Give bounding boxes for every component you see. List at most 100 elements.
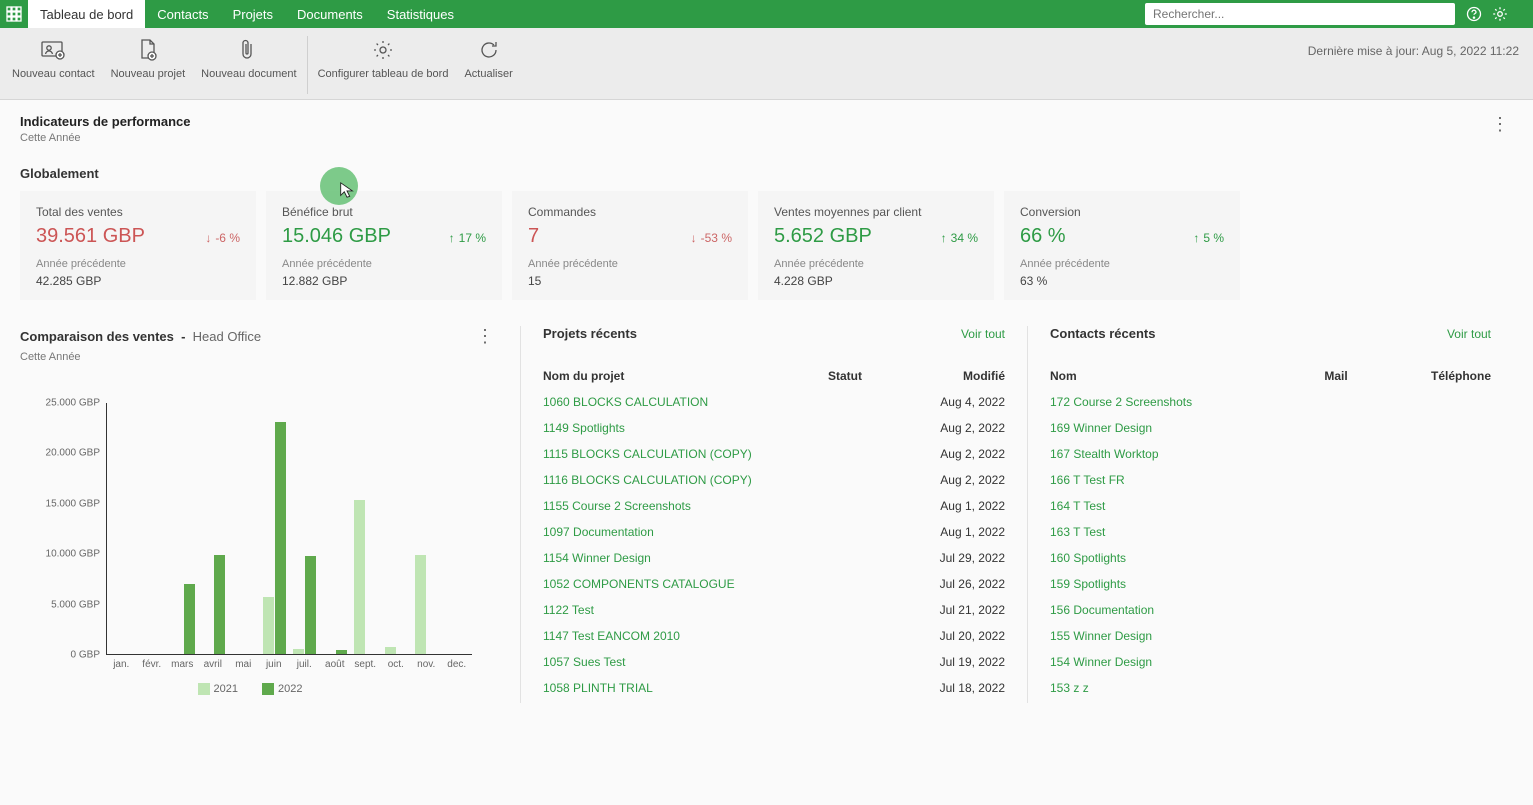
sales-title: Comparaison des ventes - Head Office — [20, 329, 261, 344]
project-link[interactable]: 1058 PLINTH TRIAL — [543, 681, 653, 695]
kpi-card[interactable]: Total des ventes39.561 GBP↓ -6 %Année pr… — [20, 191, 256, 300]
new-project-label: Nouveau projet — [111, 68, 186, 81]
chart-bar-2022 — [214, 555, 225, 654]
chart-bar-group — [229, 403, 259, 654]
contact-phone — [1381, 473, 1491, 487]
sales-chart: 0 GBP5.000 GBP10.000 GBP15.000 GBP20.000… — [20, 403, 480, 703]
projects-panel: Projets récents Voir tout Nom du projet … — [520, 326, 1028, 703]
kpi-card[interactable]: Bénéfice brut15.046 GBP↑ 17 %Année précé… — [266, 191, 502, 300]
help-icon[interactable] — [1461, 0, 1487, 28]
project-status — [795, 655, 895, 669]
project-link[interactable]: 1147 Test EANCOM 2010 — [543, 629, 680, 643]
chart-bar-group — [350, 403, 380, 654]
settings-icon[interactable] — [1487, 0, 1513, 28]
search-input[interactable] — [1145, 3, 1455, 25]
contact-link[interactable]: 169 Winner Design — [1050, 421, 1152, 435]
project-link[interactable]: 1149 Spotlights — [543, 421, 625, 435]
contact-row: 167 Stealth Worktop — [1050, 441, 1491, 467]
new-document-label: Nouveau document — [201, 68, 296, 81]
chart-ytick: 10.000 GBP — [20, 549, 100, 560]
project-status — [795, 629, 895, 643]
tab-statistics[interactable]: Statistiques — [375, 0, 466, 28]
tab-dashboard[interactable]: Tableau de bord — [28, 0, 145, 28]
contact-link[interactable]: 156 Documentation — [1050, 603, 1154, 617]
chart-bar-group — [442, 403, 472, 654]
tab-contacts[interactable]: Contacts — [145, 0, 220, 28]
project-link[interactable]: 1154 Winner Design — [543, 551, 651, 565]
chart-bar-2022 — [275, 422, 286, 654]
chart-ytick: 15.000 GBP — [20, 498, 100, 509]
sales-period: Cette Année — [20, 351, 498, 363]
kpi-menu-icon[interactable]: ⋮ — [1487, 114, 1513, 135]
kpi-card[interactable]: Commandes7↓ -53 %Année précédente15 — [512, 191, 748, 300]
contact-link[interactable]: 167 Stealth Worktop — [1050, 447, 1159, 461]
contact-link[interactable]: 154 Winner Design — [1050, 655, 1152, 669]
projects-view-all-link[interactable]: Voir tout — [961, 327, 1005, 341]
chart-legend: 20212022 — [20, 683, 480, 695]
contact-mail — [1291, 473, 1381, 487]
kpi-cards: Total des ventes39.561 GBP↓ -6 %Année pr… — [20, 191, 1513, 300]
project-status — [795, 551, 895, 565]
project-row: 1115 BLOCKS CALCULATION (COPY)Aug 2, 202… — [543, 441, 1005, 467]
contact-phone — [1381, 681, 1491, 695]
kpi-name: Commandes — [528, 205, 732, 219]
kpi-card[interactable]: Ventes moyennes par client5.652 GBP↑ 34 … — [758, 191, 994, 300]
project-row: 1149 Spotlights Aug 2, 2022 — [543, 415, 1005, 441]
kpi-title: Indicateurs de performance — [20, 114, 191, 129]
project-row: 1154 Winner DesignJul 29, 2022 — [543, 545, 1005, 571]
project-modified: Aug 2, 2022 — [895, 421, 1005, 435]
kpi-period: Cette Année — [20, 132, 191, 144]
chart-bar-group — [320, 403, 350, 654]
project-link[interactable]: 1116 BLOCKS CALCULATION (COPY) — [543, 473, 752, 487]
kpi-card[interactable]: Conversion66 %↑ 5 %Année précédente63 % — [1004, 191, 1240, 300]
contact-link[interactable]: 153 z z — [1050, 681, 1089, 695]
contact-link[interactable]: 172 Course 2 Screenshots — [1050, 395, 1192, 409]
contact-link[interactable]: 159 Spotlights — [1050, 577, 1126, 591]
kpi-prev-label: Année précédente — [774, 258, 978, 270]
refresh-button[interactable]: Actualiser — [456, 34, 520, 83]
kpi-value: 15.046 GBP — [282, 225, 391, 248]
contact-link[interactable]: 166 T Test FR — [1050, 473, 1125, 487]
sales-menu-icon[interactable]: ⋮ — [472, 326, 498, 347]
user-menu[interactable] — [1513, 0, 1533, 28]
kpi-delta: ↓ -6 % — [205, 231, 240, 245]
project-link[interactable]: 1115 BLOCKS CALCULATION (COPY) — [543, 447, 752, 461]
kpi-section-header: Indicateurs de performance Cette Année ⋮ — [20, 114, 1513, 144]
contacts-table-header: Nom Mail Téléphone — [1050, 363, 1491, 389]
project-status — [795, 681, 895, 695]
kpi-name: Ventes moyennes par client — [774, 205, 978, 219]
kpi-global-label: Globalement — [20, 166, 1513, 181]
project-link[interactable]: 1122 Test — [543, 603, 594, 617]
new-document-button[interactable]: Nouveau document — [193, 34, 304, 83]
project-link[interactable]: 1155 Course 2 Screenshots — [543, 499, 691, 513]
contact-link[interactable]: 164 T Test — [1050, 499, 1105, 513]
contact-phone — [1381, 577, 1491, 591]
app-menu-icon[interactable] — [0, 0, 28, 28]
kpi-prev-value: 4.228 GBP — [774, 274, 978, 288]
project-link[interactable]: 1060 BLOCKS CALCULATION — [543, 395, 708, 409]
project-modified: Jul 19, 2022 — [895, 655, 1005, 669]
last-update-text: Dernière mise à jour: Aug 5, 2022 11:22 — [1308, 44, 1519, 58]
contact-mail — [1291, 655, 1381, 669]
tab-documents[interactable]: Documents — [285, 0, 375, 28]
new-contact-button[interactable]: Nouveau contact — [4, 34, 103, 83]
new-project-button[interactable]: Nouveau projet — [103, 34, 194, 83]
contact-link[interactable]: 155 Winner Design — [1050, 629, 1152, 643]
project-link[interactable]: 1097 Documentation — [543, 525, 654, 539]
contact-phone — [1381, 655, 1491, 669]
configure-dashboard-button[interactable]: Configurer tableau de bord — [310, 34, 457, 83]
contact-row: 155 Winner Design — [1050, 623, 1491, 649]
project-link[interactable]: 1057 Sues Test — [543, 655, 626, 669]
contacts-view-all-link[interactable]: Voir tout — [1447, 327, 1491, 341]
arrow-up-icon: ↑ — [1193, 231, 1199, 245]
contact-phone — [1381, 395, 1491, 409]
project-link[interactable]: 1052 COMPONENTS CATALOGUE — [543, 577, 735, 591]
contact-row: 160 Spotlights — [1050, 545, 1491, 571]
contact-link[interactable]: 160 Spotlights — [1050, 551, 1126, 565]
project-status — [795, 603, 895, 617]
tab-projects[interactable]: Projets — [221, 0, 285, 28]
arrow-up-icon: ↑ — [941, 231, 947, 245]
kpi-name: Bénéfice brut — [282, 205, 486, 219]
contact-link[interactable]: 163 T Test — [1050, 525, 1105, 539]
contact-row: 172 Course 2 Screenshots — [1050, 389, 1491, 415]
